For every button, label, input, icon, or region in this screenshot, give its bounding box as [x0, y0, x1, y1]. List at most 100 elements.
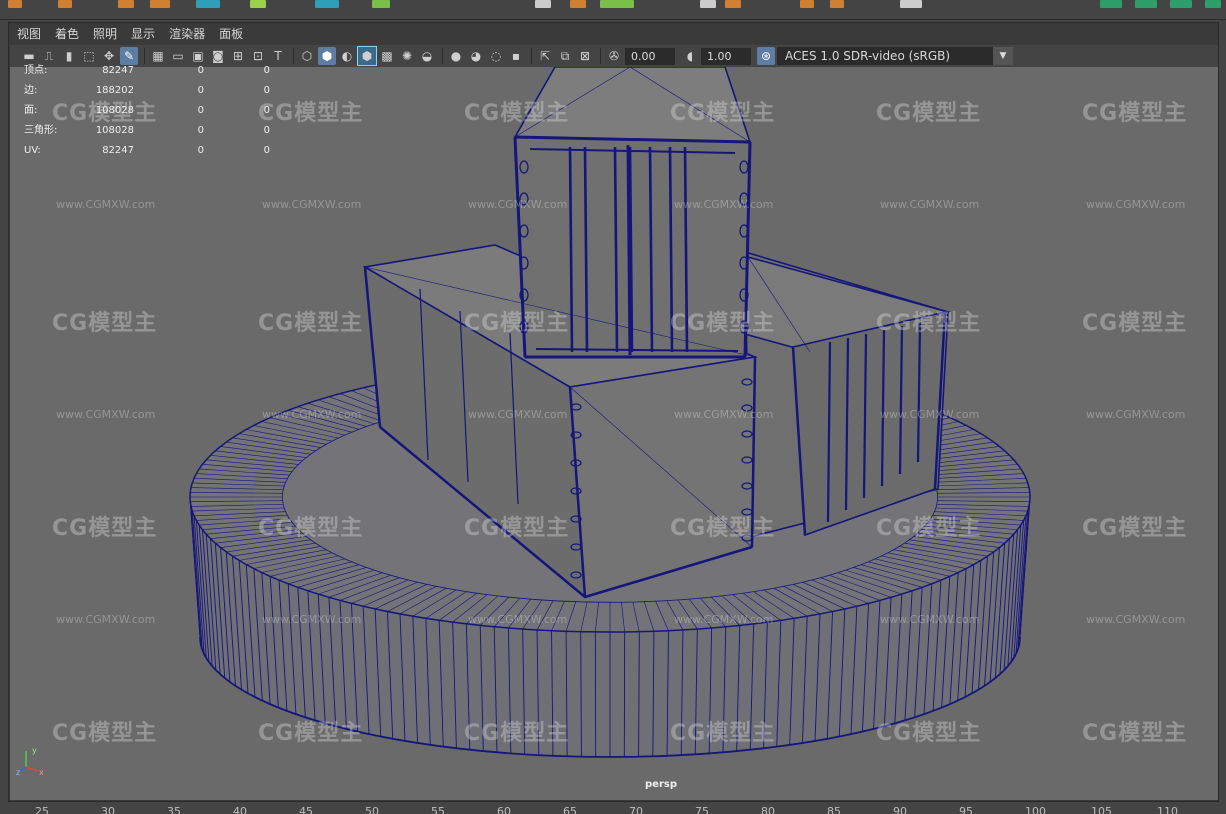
shelf-icon[interactable]	[315, 0, 339, 8]
poly-count-hud: 顶点: 82247 0 0 边: 188202 0 0 面: 108028 0 …	[24, 66, 270, 166]
camera-icon[interactable]: ▬	[20, 47, 38, 65]
ruler-tick-label: 95	[959, 805, 973, 814]
time-slider-ruler[interactable]: 25 30 35 40 45 50 55 60 65 70 75 80 85 90 95 100 105 110	[0, 802, 1226, 814]
shelf-strip	[0, 0, 1226, 20]
shelf-icon[interactable]	[1135, 0, 1157, 8]
hud-label: 顶点:	[24, 65, 48, 76]
xray-joints-icon[interactable]: ⊠	[576, 47, 594, 65]
shelf-icon[interactable]	[250, 0, 266, 8]
menu-lighting[interactable]: 照明	[86, 24, 124, 44]
ambient-occlusion-icon[interactable]: ●	[447, 47, 465, 65]
toolbar-separator	[293, 48, 294, 64]
chevron-down-icon[interactable]: ▼	[993, 47, 1013, 65]
image-plane-icon[interactable]: ⬚	[80, 47, 98, 65]
axis-gizmo-icon: y x z	[16, 746, 44, 775]
gamma-icon[interactable]: ◖	[681, 47, 699, 65]
smooth-shade-icon[interactable]: ⬢	[318, 47, 336, 65]
depth-of-field-icon[interactable]: ▪	[507, 47, 525, 65]
menu-view[interactable]: 视图	[10, 24, 48, 44]
shelf-icon[interactable]	[830, 0, 844, 8]
axis-y-label: y	[32, 746, 37, 755]
ruler-tick-label: 25	[35, 805, 49, 814]
xray-icon[interactable]: ⧉	[556, 47, 574, 65]
ruler-tick-label: 50	[365, 805, 379, 814]
toolbar-separator	[531, 48, 532, 64]
film-gate-icon[interactable]: ▭	[169, 47, 187, 65]
ruler-tick-label: 90	[893, 805, 907, 814]
top-container-door-seam	[626, 144, 632, 356]
ruler-tick-label: 65	[563, 805, 577, 814]
3d-viewport[interactable]	[10, 67, 1218, 800]
shelf-icon[interactable]	[150, 0, 170, 8]
bookmark-icon[interactable]: ▮	[60, 47, 78, 65]
color-management-icon[interactable]: ⊛	[757, 47, 775, 65]
camera-name-label: persp	[645, 779, 677, 790]
ruler-tick-label: 30	[101, 805, 115, 814]
textured-icon[interactable]: ▩	[378, 47, 396, 65]
shelf-icon[interactable]	[725, 0, 741, 8]
shelf-icon[interactable]	[535, 0, 551, 8]
resolution-gate-icon[interactable]: ▣	[189, 47, 207, 65]
hud-value: 0	[263, 85, 270, 96]
hud-value: 108028	[95, 105, 134, 116]
ruler-tick-label: 40	[233, 805, 247, 814]
hud-label: 面:	[24, 105, 38, 116]
shelf-icon[interactable]	[700, 0, 716, 8]
shelf-icon[interactable]	[8, 0, 22, 8]
scene-wireframe	[189, 67, 1031, 758]
shelf-icon[interactable]	[118, 0, 134, 8]
grid-icon[interactable]: ▦	[149, 47, 167, 65]
motion-blur-icon[interactable]: ◕	[467, 47, 485, 65]
ruler-tick-label: 110	[1157, 805, 1178, 814]
shelf-icon[interactable]	[196, 0, 220, 8]
shelf-icon[interactable]	[1170, 0, 1192, 8]
shelf-icon[interactable]	[1205, 0, 1221, 8]
hud-row-vertices: 顶点: 82247 0 0	[24, 66, 270, 86]
isolate-select-icon[interactable]: ⇱	[536, 47, 554, 65]
camera-attributes-icon[interactable]: ⎍	[40, 47, 58, 65]
shelf-icon[interactable]	[800, 0, 814, 8]
hud-value: 0	[197, 125, 204, 136]
hud-label: UV:	[24, 145, 41, 156]
menu-renderer[interactable]: 渲染器	[162, 24, 212, 44]
ruler-tick-label: 80	[761, 805, 775, 814]
menu-show[interactable]: 显示	[124, 24, 162, 44]
exposure-icon[interactable]: ✇	[605, 47, 623, 65]
shelf-icon[interactable]	[600, 0, 634, 8]
ruler-tick-label: 35	[167, 805, 181, 814]
toolbar-separator	[144, 48, 145, 64]
exposure-field[interactable]: 0.00	[625, 47, 675, 65]
gate-mask-icon[interactable]: ◙	[209, 47, 227, 65]
ruler-tick-label: 105	[1091, 805, 1112, 814]
hud-value: 82247	[102, 145, 134, 156]
shadows-icon[interactable]: ◒	[418, 47, 436, 65]
hud-value: 0	[197, 145, 204, 156]
2d-pan-icon[interactable]: ✥	[100, 47, 118, 65]
safe-action-icon[interactable]: ⊡	[249, 47, 267, 65]
shelf-icon[interactable]	[1100, 0, 1122, 8]
safe-title-icon[interactable]: T	[269, 47, 287, 65]
hud-row-triangles: 三角形: 108028 0 0	[24, 126, 270, 146]
grease-pencil-icon[interactable]: ✎	[120, 47, 138, 65]
menu-panels[interactable]: 面板	[212, 24, 250, 44]
field-chart-icon[interactable]: ⊞	[229, 47, 247, 65]
menu-shading[interactable]: 着色	[48, 24, 86, 44]
axis-x-label: x	[39, 768, 44, 775]
hud-label: 边:	[24, 85, 38, 96]
wireframe-on-shaded-icon[interactable]: ⬢	[357, 46, 377, 66]
shelf-icon[interactable]	[900, 0, 922, 8]
anti-aliasing-icon[interactable]: ◌	[487, 47, 505, 65]
ruler-tick-label: 45	[299, 805, 313, 814]
ruler-tick-label: 100	[1025, 805, 1046, 814]
shelf-icon[interactable]	[372, 0, 390, 8]
hud-value: 0	[263, 65, 270, 76]
shelf-icon[interactable]	[58, 0, 72, 8]
gamma-field[interactable]: 1.00	[701, 47, 751, 65]
wireframe-icon[interactable]: ⬡	[298, 47, 316, 65]
ruler-tick-label: 70	[629, 805, 643, 814]
lights-icon[interactable]: ✺	[398, 47, 416, 65]
default-material-icon[interactable]: ◐	[338, 47, 356, 65]
hud-value: 0	[263, 105, 270, 116]
view-transform-dropdown[interactable]: ACES 1.0 SDR-video (sRGB) ▼	[777, 47, 1013, 65]
shelf-icon[interactable]	[570, 0, 586, 8]
